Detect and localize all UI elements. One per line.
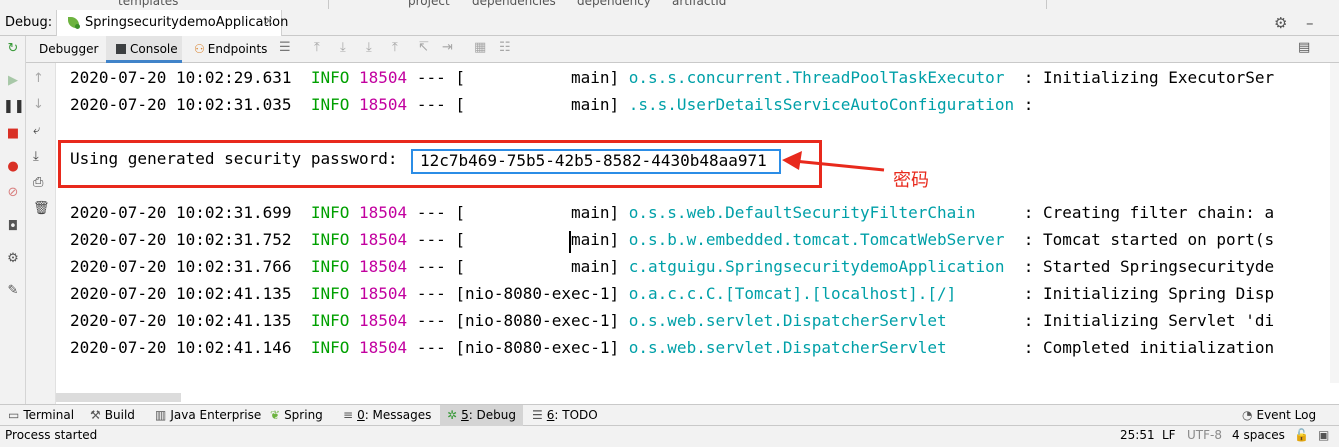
event-log-icon: ◔ <box>1242 408 1253 422</box>
crumb: project <box>408 0 450 8</box>
status-message: Process started <box>5 428 98 442</box>
log-line: 2020-07-20 10:02:31.752 INFO 18504 --- [… <box>70 230 1275 249</box>
print-icon[interactable]: ⎙ <box>33 175 43 190</box>
restore-layout-icon[interactable]: ▤ <box>1298 40 1310 55</box>
crumb: dependencies <box>472 0 556 8</box>
scroll-to-end-icon[interactable]: ⤓ <box>33 149 39 164</box>
up-arrow-icon[interactable]: ↑ <box>33 71 44 86</box>
tab-console-label: Console <box>130 42 178 56</box>
java-enterprise-button[interactable]: ▥ Java Enterprise <box>155 405 261 426</box>
minimize-icon[interactable]: – <box>1306 14 1314 32</box>
annotation-label: 密码 <box>893 170 929 191</box>
annotation-arrow <box>782 151 885 172</box>
spring-icon: ❦ <box>270 408 281 422</box>
step-into-icon[interactable]: ⤓ <box>366 40 372 55</box>
debug-button[interactable]: ✲ 5: Debug <box>440 405 524 426</box>
run-to-cursor-icon[interactable]: ⇥ <box>442 40 453 55</box>
folder-label: templates <box>118 0 179 8</box>
todo-icon: ☰ <box>532 408 543 422</box>
show-execution-point-icon[interactable]: ⤒ <box>314 40 320 55</box>
endpoints-icon: ⚇ <box>194 42 205 56</box>
view-breakpoints-icon[interactable]: ● <box>3 158 23 176</box>
messages-icon: ≡ <box>343 408 354 422</box>
settings-icon[interactable]: ⚙ <box>3 250 23 268</box>
divider <box>328 0 329 9</box>
down-arrow-icon[interactable]: ↓ <box>33 97 44 112</box>
log-line: 2020-07-20 10:02:31.035 INFO 18504 --- [… <box>70 95 1034 114</box>
lock-icon[interactable]: 🔓 <box>1294 428 1309 442</box>
trash-icon[interactable]: 🗑 <box>33 201 50 216</box>
console-icon <box>116 44 126 54</box>
close-tab-icon[interactable]: × <box>263 14 274 29</box>
generated-password[interactable]: 12c7b469-75b5-42b5-8582-4430b48aa971 <box>420 151 767 170</box>
messages-button[interactable]: ≡ 0: Messages <box>343 405 431 426</box>
memory-icon[interactable]: ▣ <box>1318 428 1329 442</box>
evaluate-icon[interactable]: ▦ <box>474 40 486 55</box>
log-line: 2020-07-20 10:02:29.631 INFO 18504 --- [… <box>70 68 1275 87</box>
divider <box>1046 0 1047 9</box>
run-config-label: SpringsecuritydemoApplication <box>85 15 289 30</box>
build-button[interactable]: ⚒ Build <box>90 405 135 426</box>
run-config-tab[interactable]: SpringsecuritydemoApplication × <box>56 10 288 36</box>
vertical-scrollbar[interactable] <box>1330 63 1339 383</box>
crumb: artifactId <box>672 0 727 8</box>
horizontal-scrollbar[interactable] <box>56 393 181 402</box>
debug-title-bar: Debug: SpringsecuritydemoApplication × ⚙… <box>0 9 1339 36</box>
event-log-button[interactable]: ◔ Event Log <box>1242 405 1316 426</box>
run-dot-icon <box>75 24 80 29</box>
crumb: dependency <box>577 0 651 8</box>
console-gutter: ↑ ↓ ⤶ ⤓ ⎙ 🗑 <box>26 63 56 404</box>
step-out-icon[interactable]: ⤒ <box>392 40 398 55</box>
drop-frame-icon[interactable]: ↸ <box>418 40 429 55</box>
rerun-icon[interactable]: ↻ <box>3 40 23 58</box>
camera-icon[interactable]: ◘ <box>3 218 23 236</box>
layout-icon[interactable]: ☰ <box>279 40 291 55</box>
resume-icon[interactable]: ▶ <box>3 72 23 90</box>
pin-icon[interactable]: ✎ <box>3 282 23 300</box>
password-line-label: Using generated security password: <box>70 149 398 168</box>
spring-button[interactable]: ❦ Spring <box>270 405 323 426</box>
tool-window-bar: ▭ Terminal ⚒ Build ▥ Java Enterprise ❦ Sprin… <box>0 404 1339 426</box>
status-bar: Process started 25:51 LF UTF-8 4 spaces … <box>0 426 1339 447</box>
debug-left-toolbar: ↻ ▶ ❚❚ ■ ● ⊘ ◘ ⚙ ✎ <box>0 36 26 404</box>
log-line: 2020-07-20 10:02:41.146 INFO 18504 --- [… <box>70 338 1275 357</box>
trace-icon[interactable]: ☷ <box>499 40 511 55</box>
stop-icon[interactable]: ■ <box>3 125 23 143</box>
hammer-icon: ⚒ <box>90 408 101 422</box>
terminal-icon: ▭ <box>8 408 20 422</box>
tool-window-title: Debug: <box>5 15 53 30</box>
bug-icon: ✲ <box>447 408 458 422</box>
tab-endpoints[interactable]: ⚇ Endpoints <box>194 36 267 63</box>
log-line: 2020-07-20 10:02:41.135 INFO 18504 --- [… <box>70 284 1275 303</box>
console-output[interactable]: 2020-07-20 10:02:29.631 INFO 18504 --- [… <box>56 63 1339 404</box>
pause-icon[interactable]: ❚❚ <box>3 98 25 116</box>
log-line: 2020-07-20 10:02:31.766 INFO 18504 --- [… <box>70 257 1275 276</box>
step-over-icon[interactable]: ⤓ <box>340 40 346 55</box>
cursor-position[interactable]: 25:51 <box>1120 428 1155 442</box>
line-separator[interactable]: LF <box>1162 428 1176 442</box>
indent-setting[interactable]: 4 spaces <box>1232 428 1285 442</box>
gear-icon[interactable]: ⚙ <box>1274 14 1287 32</box>
soft-wrap-icon[interactable]: ⤶ <box>33 123 40 138</box>
mute-breakpoints-icon[interactable]: ⊘ <box>3 184 23 202</box>
tab-console[interactable]: Console <box>106 36 182 63</box>
log-line: 2020-07-20 10:02:31.699 INFO 18504 --- [… <box>70 203 1275 222</box>
java-enterprise-icon: ▥ <box>155 408 167 422</box>
debug-tabs-row: Debugger Console ⚇ Endpoints ☰ ⤒ ⤓ ⤓ ⤒ ↸ … <box>26 36 1339 63</box>
file-encoding[interactable]: UTF-8 <box>1187 428 1222 442</box>
todo-button[interactable]: ☰ 6: TODO <box>532 405 598 426</box>
tab-debugger[interactable]: Debugger <box>39 36 98 63</box>
editor-tab-strip: templates project dependencies dependenc… <box>0 0 1339 9</box>
text-caret <box>569 231 571 253</box>
log-line: 2020-07-20 10:02:41.135 INFO 18504 --- [… <box>70 311 1275 330</box>
terminal-button[interactable]: ▭ Terminal <box>8 405 74 426</box>
tab-endpoints-label: Endpoints <box>207 42 268 56</box>
